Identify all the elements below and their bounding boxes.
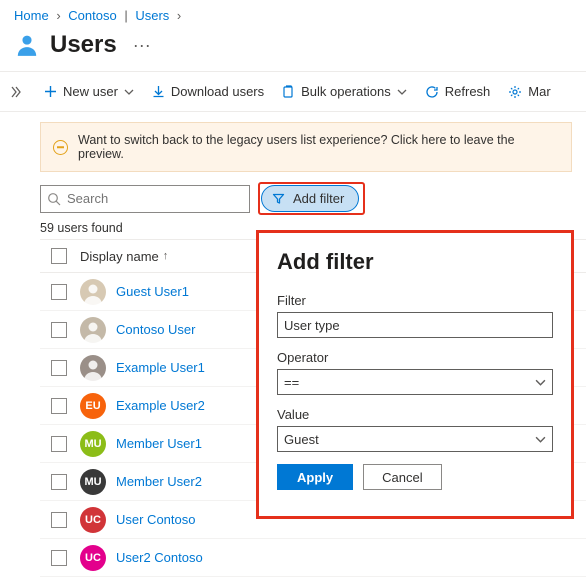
row-checkbox[interactable] [51,284,67,300]
user-link[interactable]: Member User2 [116,474,202,489]
column-displayname[interactable]: Display name ↑ [80,249,168,264]
row-checkbox[interactable] [51,436,67,452]
refresh-icon [425,85,439,99]
add-filter-panel: Add filter Filter User type Operator == … [259,233,571,502]
manage-button[interactable]: Mar [500,78,558,105]
breadcrumb-org[interactable]: Contoso [68,8,116,23]
search-box[interactable] [40,185,250,213]
user-link[interactable]: Contoso User [116,322,195,337]
table-row: UC User2 Contoso [40,539,586,577]
gear-icon [508,85,522,99]
manage-label: Mar [528,84,550,99]
row-checkbox[interactable] [51,360,67,376]
bulk-operations-button[interactable]: Bulk operations [274,78,415,105]
filter-field-input[interactable]: User type [277,312,553,338]
download-users-label: Download users [171,84,264,99]
avatar: EU [80,393,106,419]
user-link[interactable]: Example User1 [116,360,205,375]
operator-select[interactable]: == [277,369,553,395]
legacy-banner[interactable]: Want to switch back to the legacy users … [40,122,572,172]
breadcrumb-section[interactable]: Users [135,8,169,23]
user-icon [14,32,40,58]
filter-label: Filter [277,293,553,308]
avatar [80,317,106,343]
chevron-right-icon: › [56,8,60,23]
refresh-label: Refresh [445,84,491,99]
value-select[interactable]: Guest [277,426,553,452]
sort-asc-icon: ↑ [163,250,169,262]
page-title: Users [50,31,117,59]
value-label: Value [277,407,553,422]
plus-icon [44,85,57,98]
highlight-add-filter: Add filter [258,182,365,215]
cancel-button[interactable]: Cancel [363,464,441,490]
banner-text: Want to switch back to the legacy users … [78,133,559,161]
breadcrumb: Home › Contoso | Users › [0,0,586,27]
search-icon [47,192,61,206]
user-link[interactable]: User2 Contoso [116,550,203,565]
add-filter-label: Add filter [293,191,344,206]
user-link[interactable]: Guest User1 [116,284,189,299]
row-checkbox[interactable] [51,322,67,338]
chevron-right-icon: › [177,8,181,23]
avatar: UC [80,545,106,571]
operator-label: Operator [277,350,553,365]
row-checkbox[interactable] [51,550,67,566]
search-input[interactable] [67,191,243,206]
download-icon [152,85,165,98]
chevron-down-icon [124,87,134,97]
select-all-checkbox[interactable] [51,248,67,264]
toolbar: New user Download users Bulk operations … [30,72,586,111]
breadcrumb-home[interactable]: Home [14,8,49,23]
avatar: MU [80,431,106,457]
filter-icon [272,192,285,205]
download-users-button[interactable]: Download users [144,78,272,105]
apply-button[interactable]: Apply [277,464,353,490]
expand-sidebar-button[interactable] [0,75,30,109]
row-checkbox[interactable] [51,398,67,414]
pipe-icon: | [124,8,127,23]
row-checkbox[interactable] [51,512,67,528]
bulk-ops-label: Bulk operations [301,84,391,99]
avatar [80,279,106,305]
info-icon [53,140,68,155]
more-menu-button[interactable]: ··· [127,38,157,52]
filter-panel-title: Add filter [277,249,553,275]
chevron-down-icon [535,377,546,388]
user-link[interactable]: Member User1 [116,436,202,451]
new-user-button[interactable]: New user [36,78,142,105]
highlight-filter-panel: Add filter Filter User type Operator == … [256,230,574,519]
row-checkbox[interactable] [51,474,67,490]
user-link[interactable]: User Contoso [116,512,195,527]
avatar [80,355,106,381]
add-filter-button[interactable]: Add filter [261,185,359,212]
refresh-button[interactable]: Refresh [417,78,499,105]
new-user-label: New user [63,84,118,99]
chevron-down-icon [535,434,546,445]
bulk-icon [282,85,295,99]
chevron-down-icon [397,87,407,97]
avatar: UC [80,507,106,533]
user-link[interactable]: Example User2 [116,398,205,413]
avatar: MU [80,469,106,495]
